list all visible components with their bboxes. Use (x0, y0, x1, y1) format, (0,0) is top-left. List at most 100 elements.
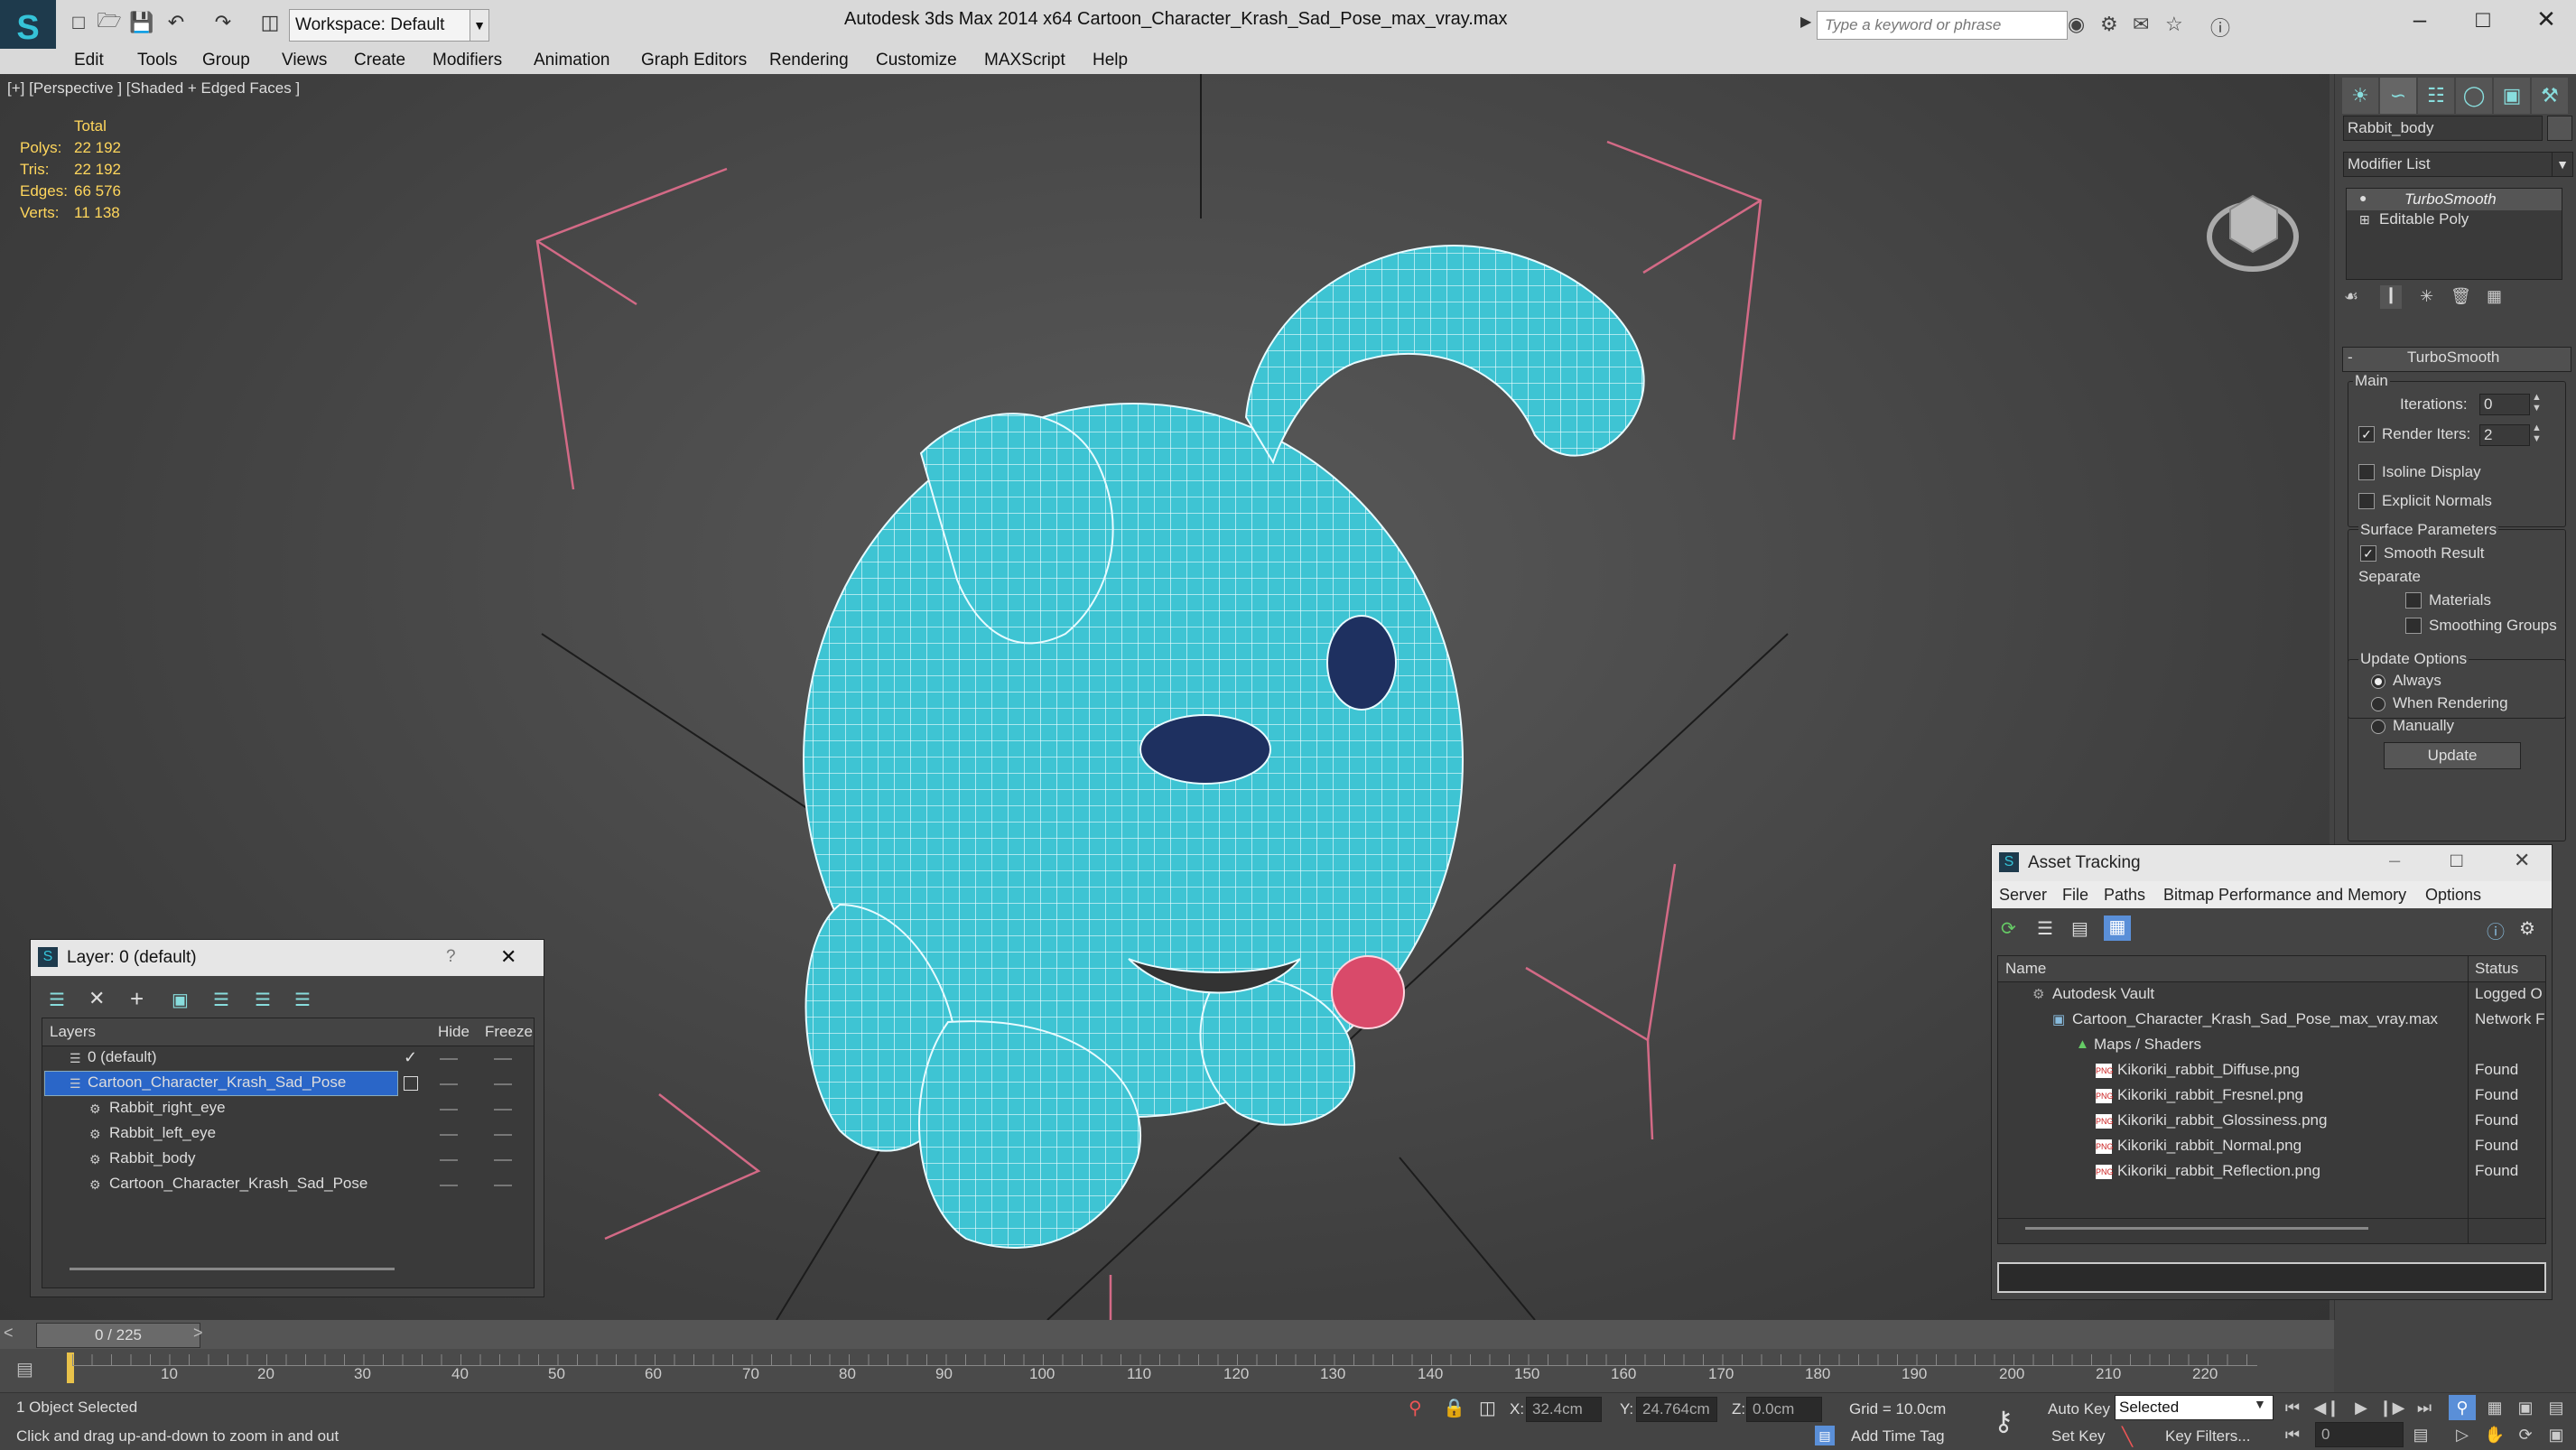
lock-icon[interactable]: 🔒 (1443, 1397, 1465, 1419)
play-icon[interactable]: ▶ (2348, 1395, 2375, 1420)
refresh-icon[interactable]: ⟳ (2001, 917, 2016, 940)
transform-mode-icon[interactable]: ◫ (1479, 1397, 1496, 1419)
layer-row-krash[interactable]: Cartoon_Character_Krash_Sad_Pose (88, 1070, 346, 1095)
mini-curve-editor-icon[interactable]: ▤ (16, 1358, 33, 1380)
explicit-normals-checkbox[interactable] (2358, 493, 2375, 509)
asset-row-vault[interactable]: Autodesk Vault (2052, 981, 2154, 1007)
open-file-icon[interactable]: 🗁 (96, 9, 123, 36)
object-row-krash[interactable]: Cartoon_Character_Krash_Sad_Pose (109, 1171, 367, 1196)
menu-maxscript[interactable]: MAXScript (984, 51, 1065, 70)
asset-row-glossiness[interactable]: Kikoriki_rabbit_Glossiness.png (2117, 1108, 2327, 1133)
menu-file[interactable]: File (2062, 886, 2088, 905)
smooth-result-checkbox[interactable]: ✓ (2360, 545, 2376, 562)
show-end-result-icon[interactable]: ❙ (2380, 285, 2402, 309)
undo-icon[interactable]: ↶ (163, 9, 190, 36)
active-layer-check-icon[interactable]: ✓ (404, 1048, 417, 1067)
app-logo-icon[interactable]: S (0, 0, 56, 56)
menu-create[interactable]: Create (354, 51, 405, 70)
col-freeze-header[interactable]: Freeze (485, 1019, 533, 1045)
highlight-layer-icon[interactable]: ☰ (213, 989, 229, 1011)
spinner-arrows-icon[interactable]: ▲ ▼ (2532, 423, 2542, 444)
chevron-down-icon[interactable]: ▼ (2552, 152, 2573, 177)
update-button[interactable]: Update (2384, 742, 2521, 769)
key-icon[interactable]: ⚷ (1994, 1406, 2013, 1437)
binoculars-icon[interactable]: ◉ (2068, 13, 2085, 36)
time-config-icon[interactable]: ▤ (2407, 1422, 2434, 1447)
list-view-icon[interactable]: ☰ (2037, 917, 2053, 940)
workspace-dropdown[interactable]: Workspace: Default (289, 9, 477, 42)
col-hide-header[interactable]: Hide (438, 1019, 470, 1045)
object-name-field[interactable]: Rabbit_body (2343, 116, 2543, 141)
orbit-icon[interactable]: ⟳ (2512, 1422, 2539, 1447)
frame-ruler[interactable] (72, 1354, 2257, 1366)
time-slider-thumb[interactable]: 0 / 225 (36, 1323, 200, 1348)
y-coordinate-field[interactable]: 24.764cm (1636, 1397, 1717, 1422)
key-filters-button[interactable]: Key Filters... (2165, 1427, 2250, 1445)
create-tab-icon[interactable]: ☀ (2342, 78, 2378, 114)
next-frame-icon[interactable]: ❙▶ (2378, 1395, 2405, 1420)
menu-help[interactable]: Help (1093, 51, 1128, 70)
object-color-swatch[interactable] (2547, 116, 2572, 141)
new-file-icon[interactable]: □ (65, 9, 92, 36)
field-of-view-icon[interactable]: ▷ (2449, 1422, 2476, 1447)
layer-dialog-titlebar[interactable]: S Layer: 0 (default) ? ✕ (31, 940, 544, 976)
zoom-extents-all-icon[interactable]: ▤ (2543, 1395, 2570, 1420)
current-frame-field[interactable]: 0 (2315, 1422, 2404, 1447)
lightbulb-icon[interactable]: ● (2359, 191, 2367, 205)
motion-tab-icon[interactable]: ◯ (2456, 78, 2492, 114)
hide-all-icon[interactable]: ☰ (255, 989, 271, 1011)
add-to-layer-icon[interactable]: + (130, 985, 144, 1013)
menu-graph-editors[interactable]: Graph Editors (641, 51, 747, 70)
freeze-all-icon[interactable]: ☰ (294, 989, 311, 1011)
menu-paths[interactable]: Paths (2104, 886, 2145, 905)
project-folder-icon[interactable]: ◫ (256, 9, 284, 36)
asset-row-fresnel[interactable]: Kikoriki_rabbit_Fresnel.png (2117, 1083, 2303, 1108)
make-unique-icon[interactable]: ✳ (2420, 287, 2433, 306)
utilities-tab-icon[interactable]: ⚒ (2532, 78, 2568, 114)
horizontal-scrollbar[interactable] (70, 1268, 395, 1270)
asset-row-maps[interactable]: Maps / Shaders (2094, 1032, 2201, 1057)
menu-group[interactable]: Group (202, 51, 250, 70)
go-to-start-icon[interactable]: ⏮ (2279, 1395, 2306, 1420)
smoothing-groups-checkbox[interactable] (2405, 618, 2422, 634)
create-layer-icon[interactable]: ☰ (49, 989, 65, 1011)
help-button[interactable]: ? (446, 947, 456, 967)
object-row-body[interactable]: Rabbit_body (109, 1146, 195, 1171)
help-icon[interactable]: ⓘ (2210, 13, 2230, 42)
close-icon[interactable]: ✕ (2514, 849, 2530, 872)
spinner-arrows-icon[interactable]: ▲ ▼ (2532, 392, 2542, 414)
display-tab-icon[interactable]: ▣ (2494, 78, 2530, 114)
time-slider[interactable]: < 0 / 225 > (0, 1320, 2334, 1349)
maximize-icon[interactable]: □ (2460, 5, 2506, 33)
asset-row-max-file[interactable]: Cartoon_Character_Krash_Sad_Pose_max_vra… (2072, 1007, 2438, 1032)
col-name-header[interactable]: Name (2005, 956, 2046, 981)
menu-rendering[interactable]: Rendering (769, 51, 849, 70)
asset-path-field[interactable] (1997, 1262, 2546, 1293)
previous-frame-icon[interactable]: ◀❙ (2313, 1395, 2340, 1420)
iterations-spinner[interactable]: 0 (2479, 394, 2530, 415)
help-icon[interactable]: ⓘ (2487, 917, 2505, 943)
menu-edit[interactable]: Edit (74, 51, 104, 70)
stack-label-editable-poly[interactable]: Editable Poly (2379, 210, 2469, 228)
menu-tools[interactable]: Tools (137, 51, 177, 70)
set-key-button[interactable]: Set Key (2051, 1427, 2106, 1445)
save-icon[interactable]: 💾 (128, 9, 155, 36)
col-layers-header[interactable]: Layers (50, 1019, 96, 1045)
tree-view-icon[interactable]: ▤ (2071, 917, 2088, 940)
pin-stack-icon[interactable]: ☙ (2344, 287, 2358, 306)
menu-views[interactable]: Views (282, 51, 327, 70)
menu-bitmap-performance[interactable]: Bitmap Performance and Memory (2163, 886, 2406, 905)
set-key-icon[interactable]: ╲ (2122, 1426, 2133, 1448)
asset-row-reflection[interactable]: Kikoriki_rabbit_Reflection.png (2117, 1158, 2320, 1184)
render-iters-checkbox[interactable]: ✓ (2358, 426, 2375, 442)
object-row-right-eye[interactable]: Rabbit_right_eye (109, 1095, 226, 1120)
track-bar[interactable]: ▤ (0, 1349, 2334, 1392)
z-coordinate-field[interactable]: 0.0cm (1746, 1397, 1822, 1422)
menu-customize[interactable]: Customize (876, 51, 957, 70)
zoom-extents-icon[interactable]: ▣ (2512, 1395, 2539, 1420)
chevron-down-icon[interactable]: ▼ (2254, 1397, 2266, 1411)
when-rendering-radio[interactable] (2371, 697, 2385, 711)
remove-modifier-icon[interactable]: 🗑 (2450, 287, 2471, 306)
time-tag-icon[interactable]: ▤ (1815, 1426, 1835, 1445)
current-layer-box[interactable] (404, 1076, 418, 1091)
